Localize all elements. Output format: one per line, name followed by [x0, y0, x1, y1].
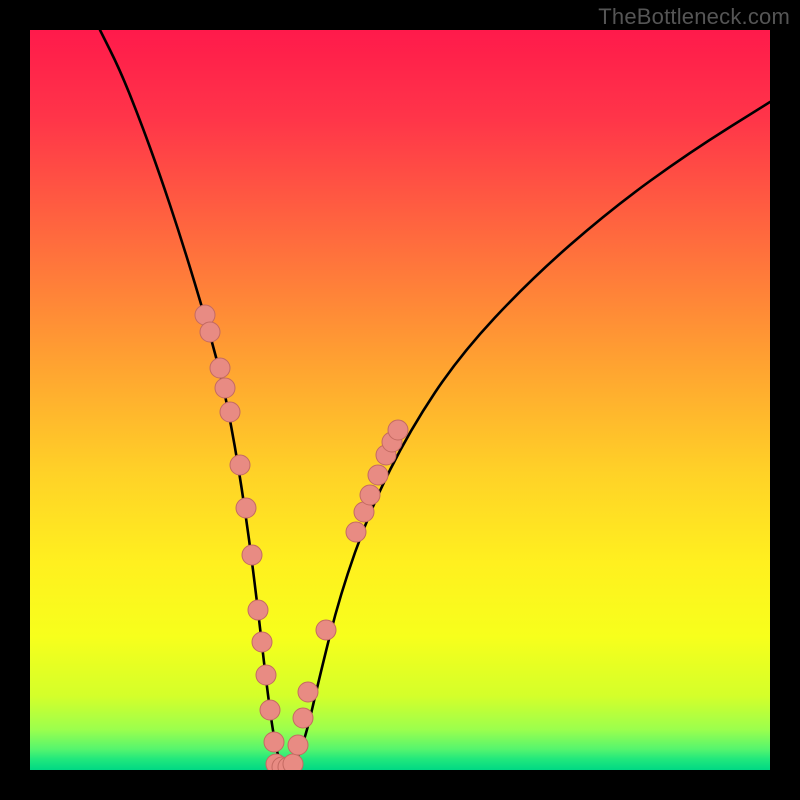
data-dot — [230, 455, 250, 475]
plot-area — [30, 30, 770, 770]
bottleneck-curve-svg — [30, 30, 770, 770]
data-dot — [256, 665, 276, 685]
data-dot — [360, 485, 380, 505]
data-dot — [346, 522, 366, 542]
data-dot — [283, 754, 303, 770]
data-dot — [252, 632, 272, 652]
data-dot — [368, 465, 388, 485]
chart-frame: TheBottleneck.com — [0, 0, 800, 800]
data-dot — [316, 620, 336, 640]
data-dot — [220, 402, 240, 422]
data-dot — [236, 498, 256, 518]
data-dot — [200, 322, 220, 342]
watermark-text: TheBottleneck.com — [598, 4, 790, 30]
data-dot — [288, 735, 308, 755]
data-dot — [215, 378, 235, 398]
data-dot — [260, 700, 280, 720]
data-dot — [264, 732, 284, 752]
data-dot — [242, 545, 262, 565]
data-dot — [298, 682, 318, 702]
data-dot — [388, 420, 408, 440]
data-dot — [293, 708, 313, 728]
bottleneck-curve — [100, 30, 770, 770]
data-dots — [195, 305, 408, 770]
data-dot — [248, 600, 268, 620]
data-dot — [210, 358, 230, 378]
